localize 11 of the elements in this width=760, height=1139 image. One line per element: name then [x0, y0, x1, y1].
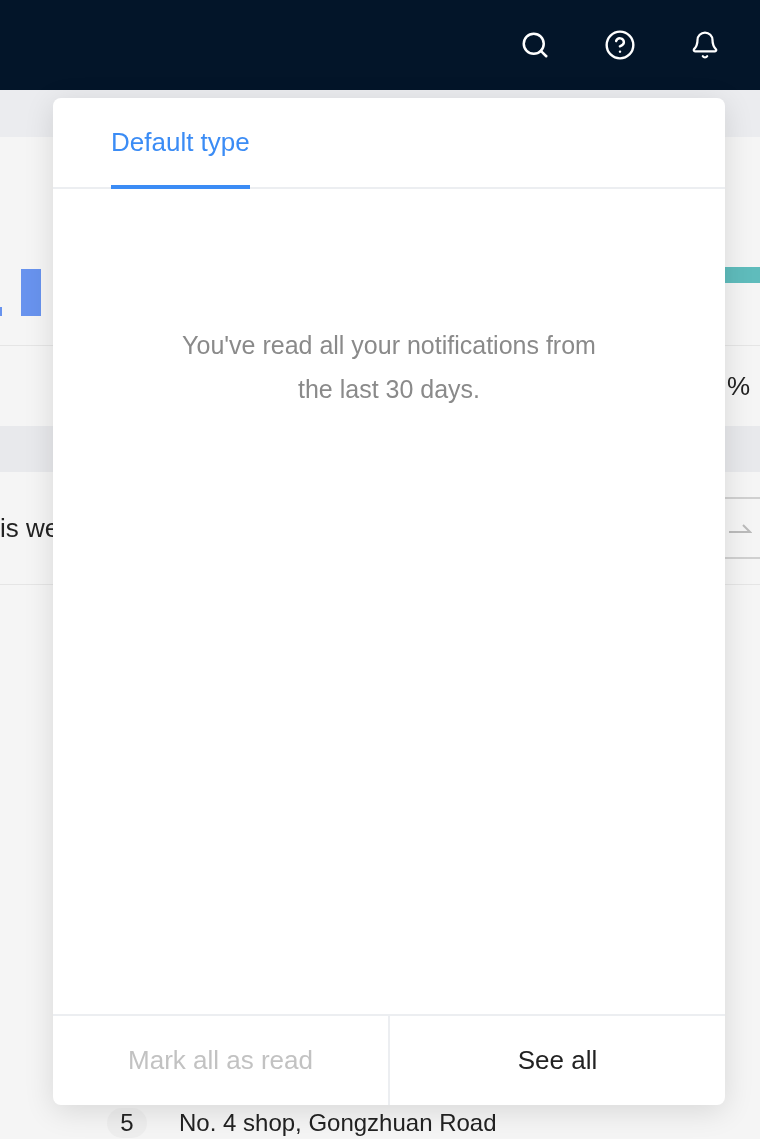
progress-bar-drawing	[724, 267, 760, 283]
bar-chart-drawing	[0, 269, 42, 316]
footer-button[interactable]: See all	[388, 1016, 725, 1105]
percent-text: %	[726, 369, 750, 403]
tab[interactable]: Default type	[111, 98, 250, 189]
shop-name: No. 4 shop, Gongzhuan Road	[179, 1108, 497, 1138]
search-icon[interactable]	[520, 30, 550, 60]
notification-bell-icon[interactable]	[690, 30, 720, 60]
empty-message: You've read all your notifications from the last 30 days.	[181, 330, 597, 405]
rank-badge: 5	[107, 1108, 147, 1138]
help-icon[interactable]	[604, 29, 636, 61]
